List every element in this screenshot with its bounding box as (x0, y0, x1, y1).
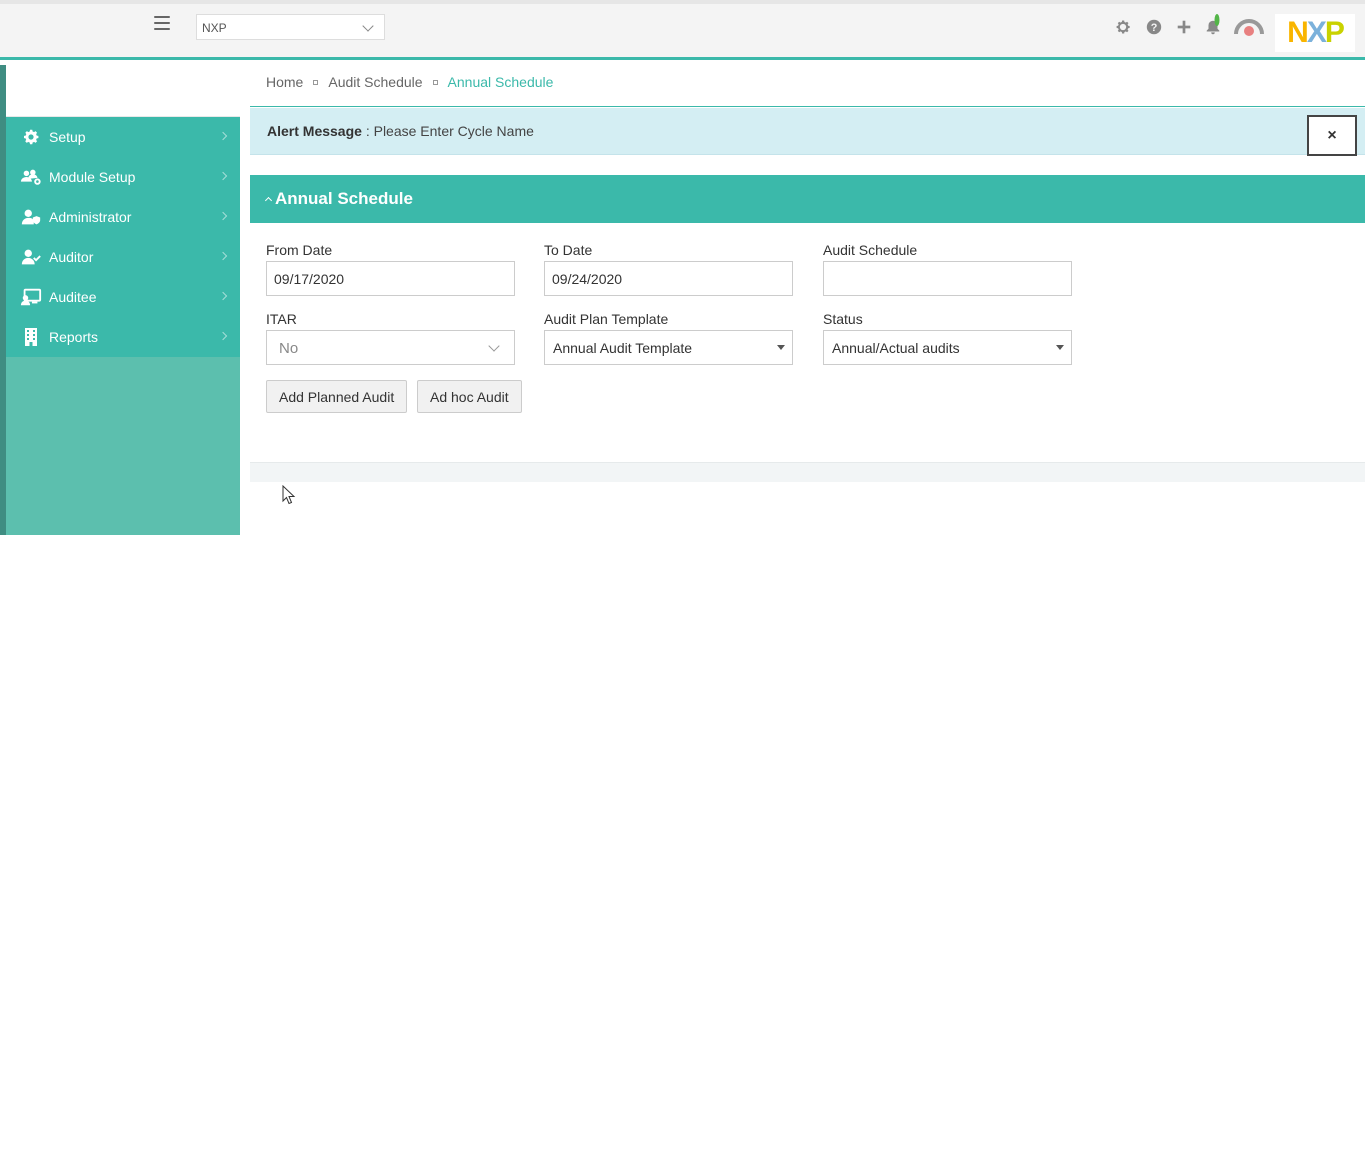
sidebar-header (6, 65, 240, 117)
add-planned-audit-button[interactable]: Add Planned Audit (266, 380, 408, 413)
chevron-down-icon (488, 340, 500, 352)
breadcrumb-separator-icon (432, 79, 438, 85)
monitor-user-icon (20, 287, 42, 307)
from-date-label: From Date (266, 242, 333, 258)
caret-down-icon (777, 345, 785, 350)
sidebar-item-auditor[interactable]: Auditor (6, 237, 240, 277)
panel-title: Annual Schedule (275, 189, 413, 208)
audit-plan-template-label: Audit Plan Template (544, 311, 669, 327)
panel-footer (250, 462, 1365, 482)
logo-letter-n: N (1287, 16, 1309, 49)
building-icon (20, 327, 42, 347)
breadcrumb-home[interactable]: Home (266, 74, 303, 90)
company-select-value: NXP (202, 21, 227, 35)
itar-select-value: No (279, 340, 299, 357)
chevron-right-icon (218, 171, 228, 181)
sidebar-item-reports[interactable]: Reports (6, 317, 240, 357)
breadcrumb: Home Audit Schedule Annual Schedule (266, 74, 553, 90)
to-date-label: To Date (544, 242, 593, 258)
sidebar-item-label: Setup (49, 129, 86, 145)
status-select-value: Annual/Actual audits (832, 340, 960, 356)
user-check-icon (20, 247, 42, 267)
sidebar-item-label: Auditee (49, 289, 97, 305)
chevron-right-icon (218, 291, 228, 301)
audit-schedule-label: Audit Schedule (823, 242, 918, 258)
breadcrumb-audit-schedule[interactable]: Audit Schedule (328, 74, 422, 90)
sidebar-item-label: Module Setup (49, 169, 136, 185)
from-date-input[interactable]: 09/17/2020 (266, 261, 515, 296)
caret-down-icon (1056, 345, 1064, 350)
sidebar-item-label: Reports (49, 329, 99, 345)
gear-icon (20, 127, 42, 147)
alert-close-button[interactable]: × (1307, 115, 1357, 156)
sidebar-item-module-setup[interactable]: Module Setup (6, 157, 240, 197)
ad-hoc-audit-button[interactable]: Ad hoc Audit (417, 380, 522, 413)
company-select[interactable]: NXP (196, 14, 385, 40)
logo-letter-p: P (1324, 16, 1345, 49)
mouse-cursor-icon (282, 485, 296, 505)
status-select[interactable]: Annual/Actual audits (823, 330, 1072, 365)
plus-icon[interactable] (1175, 18, 1193, 36)
chevron-down-icon (362, 20, 374, 32)
sidebar-item-label: Administrator (49, 209, 132, 225)
status-label: Status (823, 311, 863, 327)
alert-message: Alert Message : Please Enter Cycle Name (250, 108, 1365, 155)
users-gear-icon (20, 167, 42, 187)
sidebar-item-auditee[interactable]: Auditee (6, 277, 240, 317)
chevron-right-icon (218, 251, 228, 261)
svg-text:?: ? (1151, 22, 1158, 34)
audit-plan-template-select[interactable]: Annual Audit Template (544, 330, 793, 365)
top-bar: NXP ? NXP (0, 0, 1365, 60)
breadcrumb-separator-icon (313, 79, 319, 85)
itar-label: ITAR (266, 311, 297, 327)
alert-title: Alert Message (267, 123, 362, 139)
user-shield-icon (20, 207, 42, 227)
hamburger-menu-icon[interactable] (154, 16, 170, 30)
sidebar-item-setup[interactable]: Setup (6, 117, 240, 157)
alert-text: : Please Enter Cycle Name (361, 123, 534, 139)
audit-plan-template-value: Annual Audit Template (553, 340, 693, 356)
sidebar: Setup Module Setup Administrator Auditor (0, 65, 240, 535)
audit-schedule-input[interactable] (823, 261, 1072, 296)
breadcrumb-divider (250, 106, 1365, 107)
sidebar-item-administrator[interactable]: Administrator (6, 197, 240, 237)
chevron-right-icon (218, 331, 228, 341)
sidebar-item-label: Auditor (49, 249, 94, 265)
panel-header[interactable]: Annual Schedule (250, 175, 1365, 223)
chevron-up-icon (264, 196, 273, 205)
to-date-input[interactable]: 09/24/2020 (544, 261, 793, 296)
help-icon[interactable]: ? (1145, 18, 1163, 36)
notification-dot-icon (1214, 14, 1220, 26)
chevron-right-icon (218, 211, 228, 221)
logo-letter-x: X (1306, 16, 1327, 49)
chevron-right-icon (218, 131, 228, 141)
nxp-logo: NXP (1275, 14, 1355, 52)
itar-select[interactable]: No (266, 330, 515, 365)
sidebar-menu: Setup Module Setup Administrator Auditor (6, 117, 240, 357)
breadcrumb-current: Annual Schedule (447, 74, 554, 90)
gear-icon[interactable] (1114, 18, 1132, 36)
avatar[interactable] (1234, 18, 1264, 38)
